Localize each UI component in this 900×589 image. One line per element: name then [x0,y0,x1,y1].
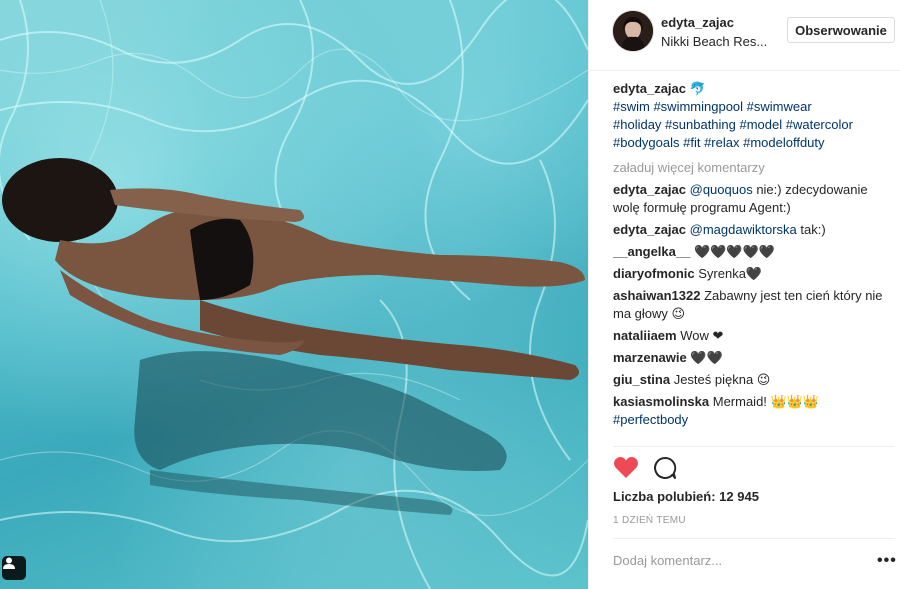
like-heart-icon[interactable] [613,456,639,480]
hashtags-line-2[interactable]: #holiday #sunbathing #model #watercolor [613,117,853,132]
comment-text: Syrenka🖤 [694,266,763,281]
comment: kasiasmolinska Mermaid! 👑👑👑 #perfectbody [613,393,895,429]
comment-hashtag[interactable]: #perfectbody [613,412,688,427]
caption-username[interactable]: edyta_zajac [613,81,686,96]
comment: diaryofmonic Syrenka🖤 [613,265,895,283]
header-username[interactable]: edyta_zajac [661,15,734,30]
instagram-post-view: edyta_zajac Nikki Beach Res... Obserwowa… [0,0,900,589]
comment: edyta_zajac @quoquos nie:) zdecydowanie … [613,181,895,217]
tagged-people-button[interactable] [2,556,26,580]
comment-username[interactable]: diaryofmonic [613,266,695,281]
person-icon [3,557,15,569]
pool-swimmer-image [0,0,588,589]
comment: ashaiwan1322 Zabawny jest ten cień który… [613,287,895,323]
comment: edyta_zajac @magdawiktorska tak:) [613,221,895,239]
load-more-comments-link[interactable]: załaduj więcej komentarzy [613,159,895,177]
avatar-image [613,11,653,51]
comment: __angelka__ 🖤🖤🖤🖤🖤 [613,243,895,261]
comment-username[interactable]: marzenawie [613,350,687,365]
comment-username[interactable]: ashaiwan1322 [613,288,700,303]
comment: marzenawie 🖤🖤 [613,349,895,367]
post-details-panel: edyta_zajac Nikki Beach Res... Obserwowa… [588,0,900,589]
comment-username[interactable]: kasiasmolinska [613,394,709,409]
likes-count[interactable]: Liczba polubień: 12 945 [613,489,759,504]
comments-list[interactable]: edyta_zajac 🐬 #swim #swimmingpool #swimw… [613,80,895,446]
comment-mention[interactable]: @magdawiktorska [690,222,797,237]
divider [613,446,895,447]
post-header: edyta_zajac Nikki Beach Res... Obserwowa… [589,0,900,71]
post-caption: edyta_zajac 🐬 #swim #swimmingpool #swimw… [613,80,895,152]
post-photo[interactable] [0,0,588,589]
comment-text: Jesteś piękna 😉 [670,372,771,387]
comment-username[interactable]: giu_stina [613,372,670,387]
comment-text: Mermaid! 👑👑👑 [709,394,820,409]
hashtags-line-1[interactable]: #swim #swimmingpool #swimwear [613,99,812,114]
comment-text: 🖤🖤🖤🖤🖤 [690,244,775,259]
following-button[interactable]: Obserwowanie [787,17,895,43]
post-timestamp[interactable]: 1 DZIEŃ TEMU [613,515,686,526]
comment-bubble-icon[interactable] [653,456,677,480]
comment: nataliiaem Wow ❤ [613,327,895,345]
hashtags-line-3[interactable]: #bodygoals #fit #relax #modeloffduty [613,135,825,150]
more-options-icon[interactable]: ••• [877,552,897,570]
avatar[interactable] [613,11,653,51]
add-comment-input[interactable]: Dodaj komentarz... [613,553,722,568]
comment-username[interactable]: nataliiaem [613,328,677,343]
comment-text: Wow ❤ [676,328,724,343]
location-link[interactable]: Nikki Beach Res... [661,34,767,49]
divider [613,538,895,539]
comment-text: 🖤🖤 [686,350,723,365]
comment-username[interactable]: edyta_zajac [613,222,686,237]
comment-text: tak:) [796,222,826,237]
comment-username[interactable]: __angelka__ [613,244,690,259]
comment: giu_stina Jesteś piękna 😉 [613,371,895,389]
comment-username[interactable]: edyta_zajac [613,182,686,197]
comment-mention[interactable]: @quoquos [690,182,753,197]
dolphin-emoji: 🐬 [689,81,706,96]
post-actions [613,456,693,484]
